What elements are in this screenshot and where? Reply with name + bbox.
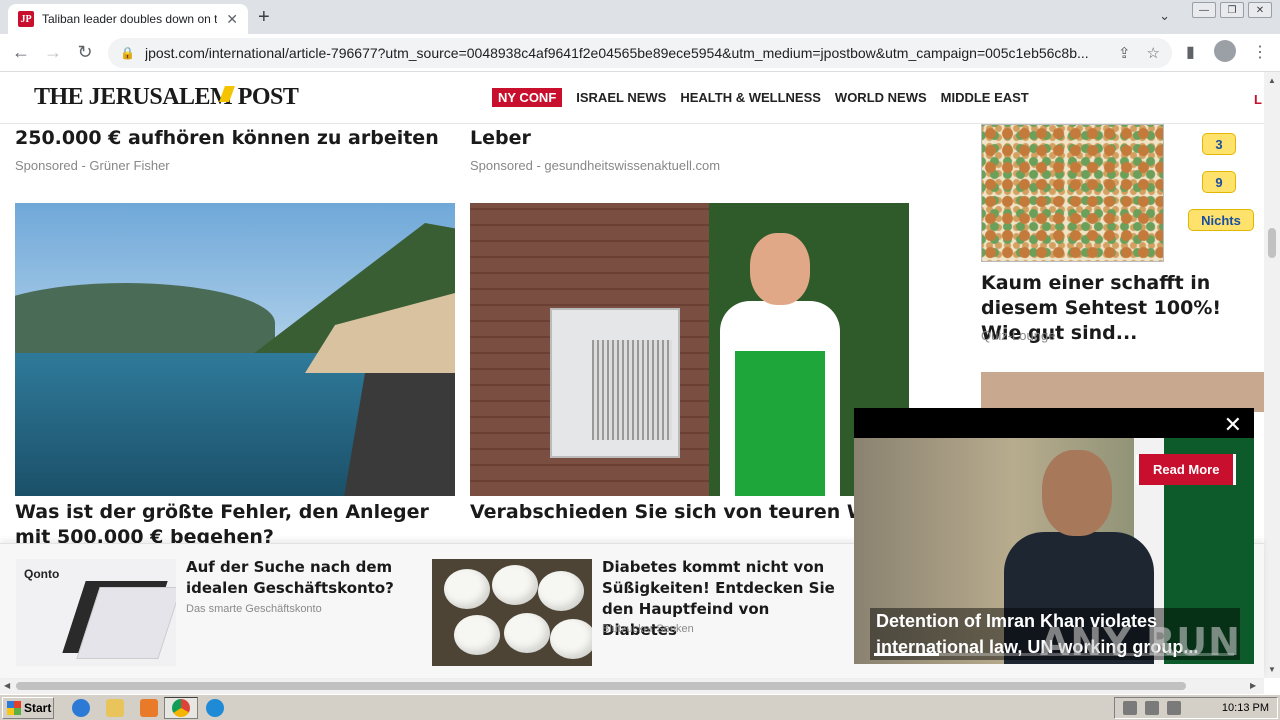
scroll-down-icon[interactable]: ▼ xyxy=(1268,665,1276,674)
card-title[interactable]: Verabschieden Sie sich von teuren Wärmep… xyxy=(470,500,870,525)
menu-kebab-icon[interactable]: ⋮ xyxy=(1252,42,1268,62)
address-bar[interactable]: 🔒 jpost.com/international/article-796677… xyxy=(108,38,1172,68)
media-player-icon[interactable] xyxy=(140,699,158,717)
scroll-right-icon[interactable]: ▶ xyxy=(1250,681,1256,690)
popup-close-icon[interactable]: ✕ xyxy=(1224,412,1242,438)
eggs-ad-image[interactable] xyxy=(432,559,592,666)
bookmark-star-icon[interactable]: ☆ xyxy=(1147,44,1160,62)
reload-icon[interactable]: ↻ xyxy=(74,42,96,63)
lock-icon[interactable]: 🔒 xyxy=(120,46,135,60)
qonto-logo: Qonto xyxy=(24,567,60,581)
nav-item-israel-news[interactable]: ISRAEL NEWS xyxy=(576,90,666,105)
right-column-image[interactable] xyxy=(981,372,1264,412)
color-blindness-test-image[interactable] xyxy=(981,124,1164,262)
start-label: Start xyxy=(24,701,52,715)
system-tray: 10:13 PM xyxy=(1114,697,1278,719)
forward-arrow-icon[interactable]: → xyxy=(42,42,64,63)
ad-source[interactable]: Blutzucker Senken xyxy=(602,623,694,635)
folder-icon[interactable] xyxy=(106,699,124,717)
tab-close-icon[interactable]: ✕ xyxy=(226,11,238,28)
volume-icon[interactable] xyxy=(1123,701,1137,715)
quiz-option-9[interactable]: 9 xyxy=(1202,171,1236,193)
side-panel-icon[interactable]: ▮ xyxy=(1186,42,1195,62)
profile-avatar-icon[interactable] xyxy=(1214,40,1236,62)
main-nav: NY CONF ISRAEL NEWS HEALTH & WELLNESS WO… xyxy=(492,88,1029,107)
minimize-button[interactable]: — xyxy=(1192,2,1216,18)
card-sponsor[interactable]: Sponsored - gesundheitswissenaktuell.com xyxy=(470,158,720,173)
network-icon[interactable] xyxy=(1145,701,1159,715)
jpost-favicon-icon: JP xyxy=(18,11,34,27)
chrome-icon xyxy=(172,699,190,717)
share-icon[interactable]: ⇪ xyxy=(1118,44,1131,62)
flag-icon[interactable] xyxy=(1167,701,1181,715)
horizontal-scrollbar[interactable]: ◀ ▶ xyxy=(0,678,1264,694)
qonto-ad-image[interactable]: Qonto xyxy=(16,559,176,666)
heat-pump-image[interactable] xyxy=(470,203,909,496)
window-close-button[interactable]: ✕ xyxy=(1248,2,1272,18)
tab-search-chevron-icon[interactable]: ⌄ xyxy=(1159,8,1170,24)
ad-source[interactable]: Das smarte Geschäftskonto xyxy=(186,603,322,615)
vertical-scroll-thumb[interactable] xyxy=(1268,228,1276,258)
vertical-scrollbar[interactable]: ▲ ▼ xyxy=(1264,72,1280,678)
quiz-source[interactable]: Quiz-Lounge xyxy=(981,328,1055,343)
restore-button[interactable]: ❐ xyxy=(1220,2,1244,18)
start-button[interactable]: Start xyxy=(2,697,54,719)
nav-item-middle-east[interactable]: MIDDLE EAST xyxy=(941,90,1029,105)
edge-icon[interactable] xyxy=(206,699,224,717)
internet-explorer-icon[interactable] xyxy=(72,699,90,717)
card-title[interactable]: Leber xyxy=(470,126,910,151)
nav-item-world-news[interactable]: WORLD NEWS xyxy=(835,90,927,105)
browser-toolbar: ← → ↻ 🔒 jpost.com/international/article-… xyxy=(0,34,1280,72)
ad-title[interactable]: Auf der Suche nach dem idealen Geschäfts… xyxy=(186,557,406,599)
tab-title: Taliban leader doubles down on treat xyxy=(42,12,217,26)
site-header: THE JERUSALEM POST NY CONF ISRAEL NEWS H… xyxy=(0,72,1264,124)
site-logo[interactable]: THE JERUSALEM POST xyxy=(34,84,299,111)
nav-item-ny-conf[interactable]: NY CONF xyxy=(492,88,563,107)
scroll-up-icon[interactable]: ▲ xyxy=(1268,76,1276,85)
anyrun-watermark: ANY RUN xyxy=(1040,620,1241,664)
back-arrow-icon[interactable]: ← xyxy=(10,42,32,63)
url-text[interactable]: jpost.com/international/article-796677?u… xyxy=(145,45,1105,61)
scroll-left-icon[interactable]: ◀ xyxy=(4,681,10,690)
windows-logo-icon xyxy=(7,701,21,715)
clock[interactable]: 10:13 PM xyxy=(1222,702,1269,714)
new-tab-button[interactable]: + xyxy=(258,6,270,29)
nav-item-cut[interactable]: L xyxy=(1254,92,1262,107)
video-progress-fill xyxy=(874,653,939,656)
browser-tab[interactable]: JP Taliban leader doubles down on treat … xyxy=(8,4,248,34)
browser-tab-strip: JP Taliban leader doubles down on treat … xyxy=(0,0,1280,34)
card-sponsor[interactable]: Sponsored - Grüner Fisher xyxy=(15,158,170,173)
card-title[interactable]: 250.000 € aufhören können zu arbeiten xyxy=(15,126,455,151)
lake-image[interactable] xyxy=(15,203,455,496)
quiz-option-nichts[interactable]: Nichts xyxy=(1188,209,1254,231)
read-more-button[interactable]: Read More xyxy=(1136,454,1237,485)
quiz-option-3[interactable]: 3 xyxy=(1202,133,1236,155)
window-controls: — ❐ ✕ xyxy=(1192,2,1272,18)
windows-taskbar: Start 10:13 PM xyxy=(0,694,1280,720)
nav-item-health-wellness[interactable]: HEALTH & WELLNESS xyxy=(680,90,821,105)
horizontal-scroll-thumb[interactable] xyxy=(16,682,1186,690)
